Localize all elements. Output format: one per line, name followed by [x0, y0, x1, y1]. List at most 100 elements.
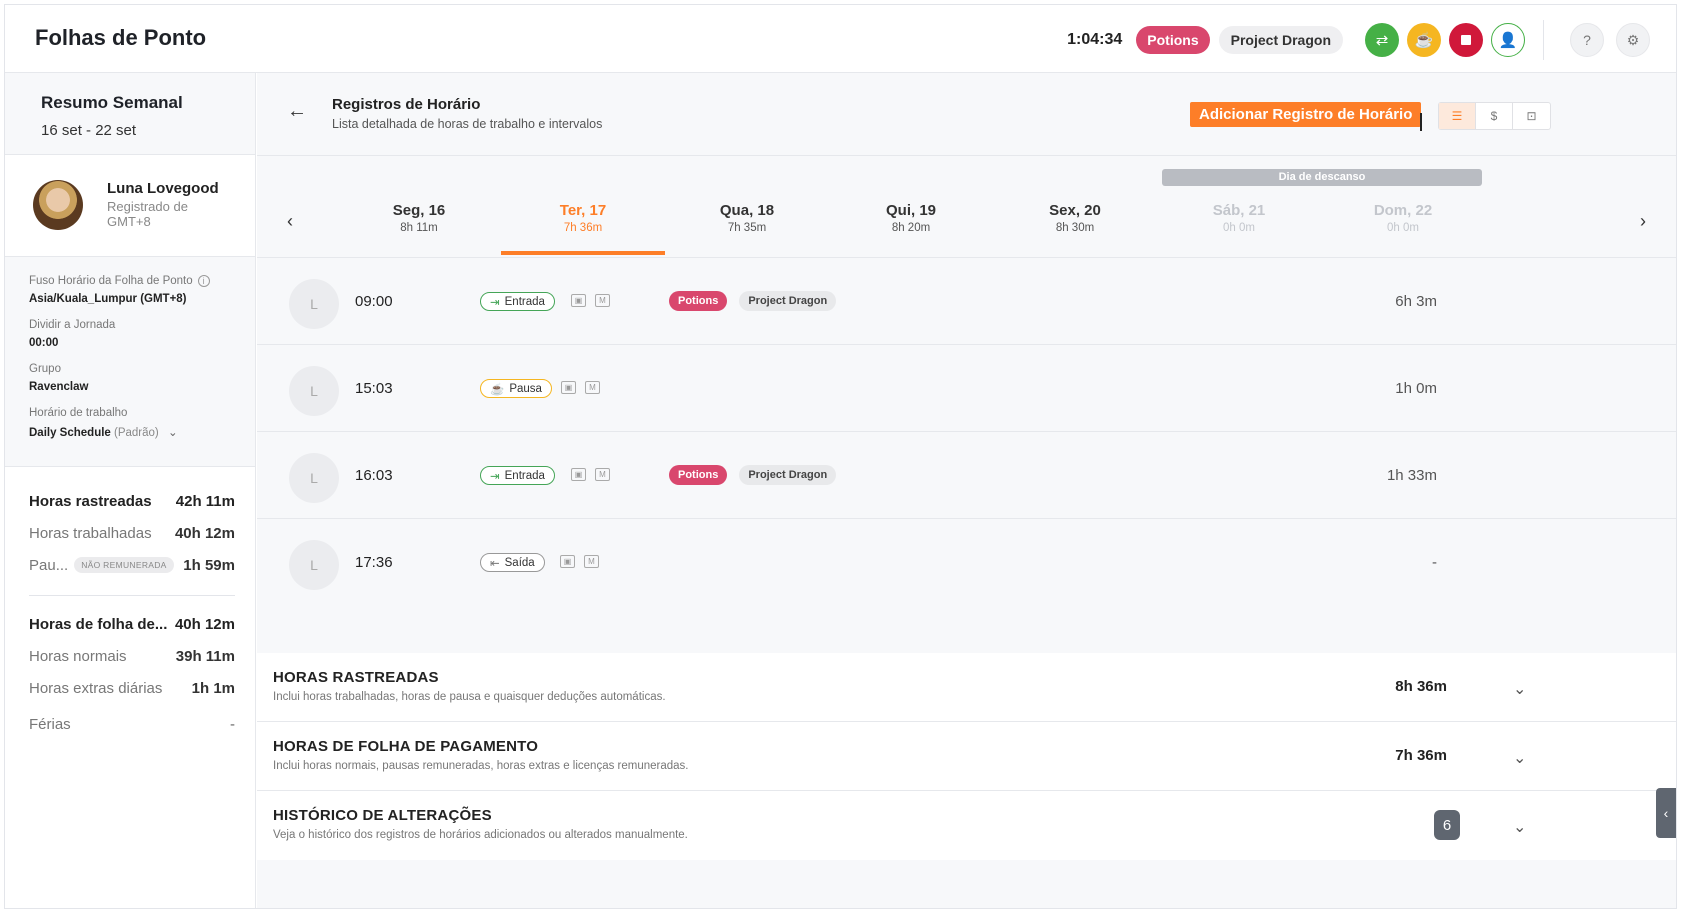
camera-icon: ⊡: [1526, 109, 1537, 123]
day-tab-sun[interactable]: Dom, 22 0h 0m: [1321, 202, 1485, 234]
entry-time: 15:03: [355, 380, 393, 397]
timesheet-settings: Fuso Horário da Folha de Ponto i Asia/Kua…: [5, 257, 255, 467]
accordion-value: 8h 36m: [1395, 678, 1447, 695]
current-activity-tag[interactable]: Potions: [1136, 26, 1210, 54]
unpaid-badge: NÃO REMUNERADA: [74, 557, 174, 573]
summary-pause: Pau... NÃO REMUNERADA 1h 59m: [29, 556, 235, 574]
help-button[interactable]: ?: [1570, 23, 1604, 57]
accordion-subtitle: Inclui horas normais, pausas remuneradas…: [273, 760, 689, 772]
entry-time: 17:36: [355, 554, 393, 571]
app-window: Folhas de Ponto 1:04:34 Potions Project …: [4, 4, 1677, 909]
entry-source-icons: ▣ M: [561, 381, 600, 394]
cost-view-button[interactable]: $: [1476, 103, 1513, 129]
entry-duration: 6h 3m: [1395, 293, 1437, 310]
accordion-title: HISTÓRICO DE ALTERAÇÕES: [273, 807, 492, 824]
help-icon: ?: [1583, 32, 1591, 48]
stop-button[interactable]: [1449, 23, 1483, 57]
entry-avatar: L: [289, 279, 339, 329]
entry-duration: 1h 0m: [1395, 380, 1437, 397]
summary-normal: Horas normais 39h 11m: [29, 647, 235, 665]
list-view-button[interactable]: ☰: [1439, 103, 1476, 129]
timezone-value: Asia/Kuala_Lumpur (GMT+8): [29, 293, 187, 305]
clock-in-badge: ⇥ Entrada: [480, 292, 555, 311]
coffee-icon: ☕: [490, 383, 505, 396]
current-project-tag[interactable]: Project Dragon: [1218, 26, 1343, 54]
summary-overtime: Horas extras diárias 1h 1m: [29, 679, 235, 697]
user-name: Luna Lovegood: [107, 180, 219, 197]
time-entry-row[interactable]: L 17:36 ⇤ Saída ▣ M -: [257, 519, 1676, 652]
text-cursor: [1420, 113, 1422, 131]
project-tag: Project Dragon: [739, 465, 837, 485]
summary-tracked: Horas rastreadas 42h 11m: [29, 492, 235, 510]
tracked-hours-accordion[interactable]: HORAS RASTREADAS Inclui horas trabalhada…: [257, 653, 1676, 722]
activity-tag: Potions: [669, 465, 728, 485]
info-icon[interactable]: i: [197, 275, 210, 287]
day-tab-wed[interactable]: Qua, 18 7h 35m: [665, 202, 829, 234]
selected-day-indicator: [501, 251, 665, 255]
summary-worked: Horas trabalhadas 40h 12m: [29, 524, 235, 542]
accordion-title: HORAS RASTREADAS: [273, 669, 439, 686]
collapse-panel-tab[interactable]: ‹: [1656, 788, 1676, 838]
schedule-dropdown[interactable]: Daily Schedule (Padrão) ⌄: [29, 425, 255, 439]
back-arrow-icon[interactable]: ←: [287, 100, 307, 123]
time-entry-row[interactable]: L 16:03 ⇥ Entrada ▣ M Potions Project Drago…: [257, 432, 1676, 519]
list-icon: ☰: [1451, 109, 1463, 123]
timezone-label: Fuso Horário da Folha de Ponto i: [29, 275, 255, 287]
entry-avatar: L: [289, 366, 339, 416]
day-tab-tue[interactable]: Ter, 17 7h 36m: [501, 202, 665, 234]
rest-day-banner: Dia de descanso: [1162, 169, 1482, 186]
entry-avatar: L: [289, 453, 339, 503]
day-tab-mon[interactable]: Seg, 16 8h 11m: [337, 202, 501, 234]
day-selector: Dia de descanso ‹ Seg, 16 8h 11m Ter, 17 7…: [257, 156, 1676, 258]
payroll-hours-accordion[interactable]: HORAS DE FOLHA DE PAGAMENTO Inclui horas…: [257, 722, 1676, 791]
switch-activity-button[interactable]: ⇄: [1365, 23, 1399, 57]
entry-duration: 1h 33m: [1386, 467, 1437, 484]
running-timer: 1:04:34: [1067, 31, 1123, 48]
clock-out-badge: ⇤ Saída: [480, 553, 545, 572]
weekly-summary-title: Resumo Semanal: [41, 93, 183, 112]
settings-button[interactable]: ⚙: [1616, 23, 1650, 57]
change-history-accordion[interactable]: HISTÓRICO DE ALTERAÇÕES Veja o histórico…: [257, 791, 1676, 860]
break-badge: ☕ Pausa: [480, 379, 552, 398]
chevron-down-icon[interactable]: ⌄: [1513, 817, 1526, 837]
summary-payroll: Horas de folha de... 40h 12m: [29, 615, 235, 633]
page-title: Folhas de Ponto: [35, 25, 207, 50]
entry-source-icons: ▣ M: [560, 555, 599, 568]
group-value: Ravenclaw: [29, 381, 89, 393]
chevron-left-icon: ‹: [1663, 805, 1669, 821]
summary-divider: [29, 595, 235, 596]
manual-icon: M: [584, 555, 599, 568]
accordion-subtitle: Veja o histórico dos registros de horári…: [273, 829, 688, 841]
prev-week-chevron-icon[interactable]: ‹: [287, 211, 293, 232]
hours-summary: Horas rastreadas 42h 11m Horas trabalhada…: [5, 467, 255, 740]
break-button[interactable]: ☕: [1407, 23, 1441, 57]
user-check-icon: 👤: [1498, 32, 1518, 49]
entry-tags: Potions Project Dragon: [669, 465, 837, 485]
split-day-label: Dividir a Jornada: [29, 319, 116, 331]
chevron-down-icon[interactable]: ⌄: [1513, 679, 1526, 699]
time-entry-row[interactable]: L 15:03 ☕ Pausa ▣ M 1h 0m: [257, 345, 1676, 432]
manual-icon: M: [585, 381, 600, 394]
screenshot-view-button[interactable]: ⊡: [1513, 103, 1550, 129]
day-tab-thu[interactable]: Qui, 19 8h 20m: [829, 202, 993, 234]
coffee-icon: ☕: [1414, 32, 1434, 49]
stop-icon: [1461, 35, 1471, 45]
user-card: Luna Lovegood Registrado de GMT+8: [5, 155, 255, 257]
device-icon: ▣: [560, 555, 575, 568]
add-time-entry-button[interactable]: Adicionar Registro de Horário: [1190, 102, 1422, 127]
accordion-value: 7h 36m: [1395, 747, 1447, 764]
top-header: Folhas de Ponto 1:04:34 Potions Project …: [5, 5, 1676, 73]
user-status-button[interactable]: 👤: [1491, 23, 1525, 57]
day-tab-fri[interactable]: Sex, 20 8h 30m: [993, 202, 1157, 234]
day-tab-sat[interactable]: Sáb, 21 0h 0m: [1157, 202, 1321, 234]
activity-tag: Potions: [669, 291, 728, 311]
entry-source-icons: ▣ M: [571, 294, 610, 307]
chevron-down-icon: ⌄: [167, 427, 178, 439]
accordion-subtitle: Inclui horas trabalhadas, horas de pausa…: [273, 691, 666, 703]
chevron-down-icon[interactable]: ⌄: [1513, 748, 1526, 768]
section-title: Registros de Horário: [332, 96, 481, 113]
time-entry-row[interactable]: L 09:00 ⇥ Entrada ▣ M Potions Project Drago…: [257, 258, 1676, 345]
next-week-chevron-icon[interactable]: ›: [1640, 211, 1646, 232]
main-header: ← Registros de Horário Lista detalhada d…: [257, 73, 1676, 156]
entry-tags: Potions Project Dragon: [669, 291, 837, 311]
